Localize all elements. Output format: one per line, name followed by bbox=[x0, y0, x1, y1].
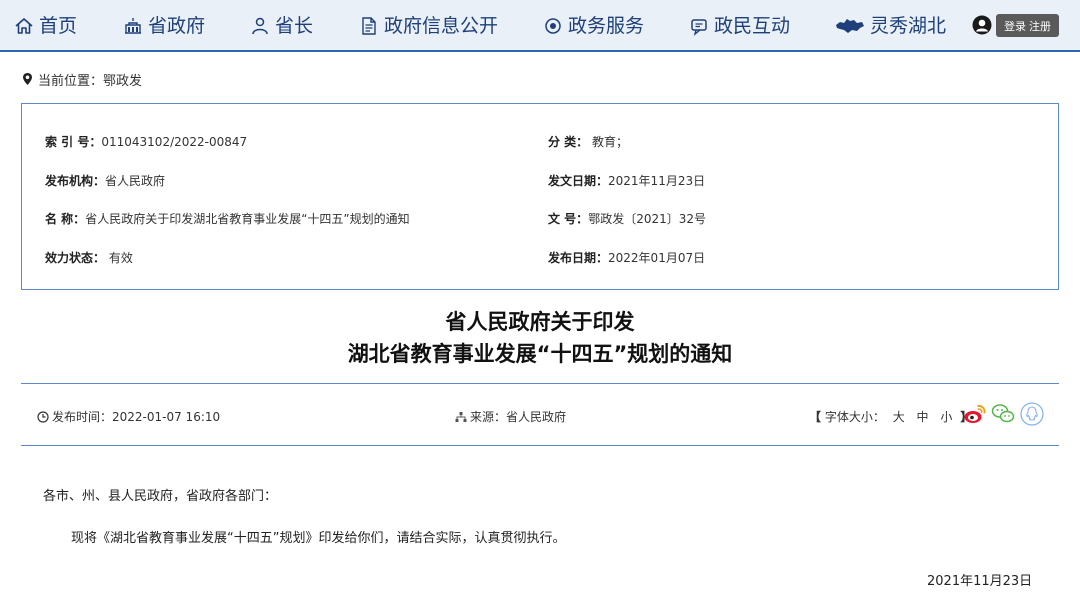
info-value: 011043102/2022-00847 bbox=[101, 135, 248, 149]
font-size-small[interactable]: 小 bbox=[940, 410, 952, 424]
publish-time: 发布时间：2022-01-07 16:10 bbox=[37, 408, 220, 425]
nav-item-home[interactable]: 首页 bbox=[14, 12, 77, 40]
register-link[interactable]: 注册 bbox=[1029, 18, 1051, 34]
info-label: 发布日期： bbox=[548, 251, 609, 265]
breadcrumb-prefix: 当前位置： bbox=[38, 73, 104, 89]
publish-time-text: 发布时间：2022-01-07 16:10 bbox=[52, 410, 221, 424]
info-value: 2022年01月07日 bbox=[608, 251, 706, 265]
source-text: 来源：省人民政府 bbox=[470, 410, 567, 424]
document-info-box: 索 引 号：011043102/2022-00847 分 类： 教育； 发布机构… bbox=[21, 103, 1059, 290]
nav-item-label: 省政府 bbox=[148, 15, 206, 37]
bracket-open: 【 bbox=[809, 410, 822, 424]
info-label: 文 号： bbox=[548, 212, 589, 226]
nav-item-label: 政民互动 bbox=[714, 15, 791, 37]
nav-item-label: 政府信息公开 bbox=[384, 15, 499, 37]
info-index-number: 索 引 号：011043102/2022-00847 bbox=[45, 133, 247, 150]
source: 来源：省人民政府 bbox=[455, 408, 566, 425]
info-publish-date: 发布日期：2022年01月07日 bbox=[548, 249, 705, 266]
wechat-share-icon[interactable] bbox=[991, 402, 1015, 426]
governor-person-icon bbox=[252, 17, 268, 35]
info-value: 鄂政发〔2021〕32号 bbox=[588, 212, 706, 226]
home-icon bbox=[15, 18, 33, 34]
chat-icon bbox=[691, 19, 707, 36]
info-value: 教育； bbox=[588, 135, 629, 149]
info-value: 省人民政府 bbox=[105, 174, 166, 188]
user-avatar-icon[interactable] bbox=[972, 15, 992, 35]
government-building-icon bbox=[125, 18, 141, 34]
nav-item-provincial-government[interactable]: 省政府 bbox=[123, 12, 205, 40]
info-document-number: 文 号：鄂政发〔2021〕32号 bbox=[548, 210, 706, 227]
info-value: 有效 bbox=[105, 251, 133, 265]
qq-share-icon[interactable] bbox=[1020, 402, 1044, 426]
info-value: 省人民政府关于印发湖北省教育事业发展“十四五”规划的通知 bbox=[85, 212, 410, 226]
breadcrumb: 当前位置： 鄂政发 bbox=[22, 70, 142, 89]
nav-item-governor[interactable]: 省长 bbox=[250, 12, 313, 40]
info-label: 名 称： bbox=[45, 212, 86, 226]
info-value: 2021年11月23日 bbox=[608, 174, 706, 188]
document-title-line-2: 湖北省教育事业发展“十四五”规划的通知 bbox=[347, 342, 733, 366]
sitemap-icon bbox=[455, 411, 467, 422]
breadcrumb-current[interactable]: 鄂政发 bbox=[103, 70, 142, 89]
hubei-map-icon bbox=[836, 19, 864, 33]
nav-item-label: 灵秀湖北 bbox=[870, 15, 947, 37]
nav-item-government-services[interactable]: 政务服务 bbox=[543, 12, 644, 40]
nav-item-beautiful-hubei[interactable]: 灵秀湖北 bbox=[835, 12, 946, 40]
info-document-name: 名 称：省人民政府关于印发湖北省教育事业发展“十四五”规划的通知 bbox=[45, 210, 410, 227]
info-label: 效力状态： bbox=[45, 251, 106, 265]
info-label: 发文日期： bbox=[548, 174, 609, 188]
login-link[interactable]: 登录 bbox=[1004, 18, 1026, 34]
font-size-label: 字体大小： bbox=[824, 410, 885, 424]
info-category: 分 类： 教育； bbox=[548, 133, 628, 150]
article-meta-bar: 发布时间：2022-01-07 16:10 来源：省人民政府 【 字体大小： 大… bbox=[21, 383, 1059, 446]
font-size-medium[interactable]: 中 bbox=[917, 410, 929, 424]
info-label: 分 类： bbox=[548, 135, 589, 149]
signature-date: 2021年11月23日 bbox=[927, 574, 1033, 589]
nav-item-government-info-disclosure[interactable]: 政府信息公开 bbox=[359, 12, 498, 40]
service-icon bbox=[545, 18, 561, 34]
info-label: 发布机构： bbox=[45, 174, 106, 188]
info-label: 索 引 号： bbox=[45, 135, 102, 149]
info-issue-date: 发文日期：2021年11月23日 bbox=[548, 172, 705, 189]
location-pin-icon bbox=[23, 73, 32, 85]
nav-item-label: 政务服务 bbox=[568, 15, 645, 37]
info-publisher: 发布机构：省人民政府 bbox=[45, 172, 165, 189]
document-title-line-1: 省人民政府关于印发 bbox=[445, 310, 635, 334]
top-navigation-bar: 首页 省政府 省长 政府信息公开 政务服务 政民互动 灵秀湖北 登录 注册 bbox=[0, 0, 1080, 52]
font-size-control: 【 字体大小： 大 中 小 】 bbox=[809, 408, 972, 425]
salutation-paragraph: 各市、州、县人民政府，省政府各部门： bbox=[43, 489, 278, 504]
nav-item-label: 首页 bbox=[39, 15, 78, 37]
weibo-share-icon[interactable] bbox=[963, 402, 987, 426]
document-icon bbox=[362, 17, 376, 35]
nav-item-public-interaction[interactable]: 政民互动 bbox=[689, 12, 790, 40]
info-validity-status: 效力状态： 有效 bbox=[45, 249, 133, 266]
font-size-large[interactable]: 大 bbox=[893, 410, 905, 424]
nav-item-label: 省长 bbox=[275, 15, 314, 37]
login-register-button[interactable]: 登录 注册 bbox=[996, 14, 1059, 37]
clock-icon bbox=[37, 410, 49, 423]
body-paragraph: 现将《湖北省教育事业发展“十四五”规划》印发给你们，请结合实际，认真贯彻执行。 bbox=[71, 531, 566, 546]
